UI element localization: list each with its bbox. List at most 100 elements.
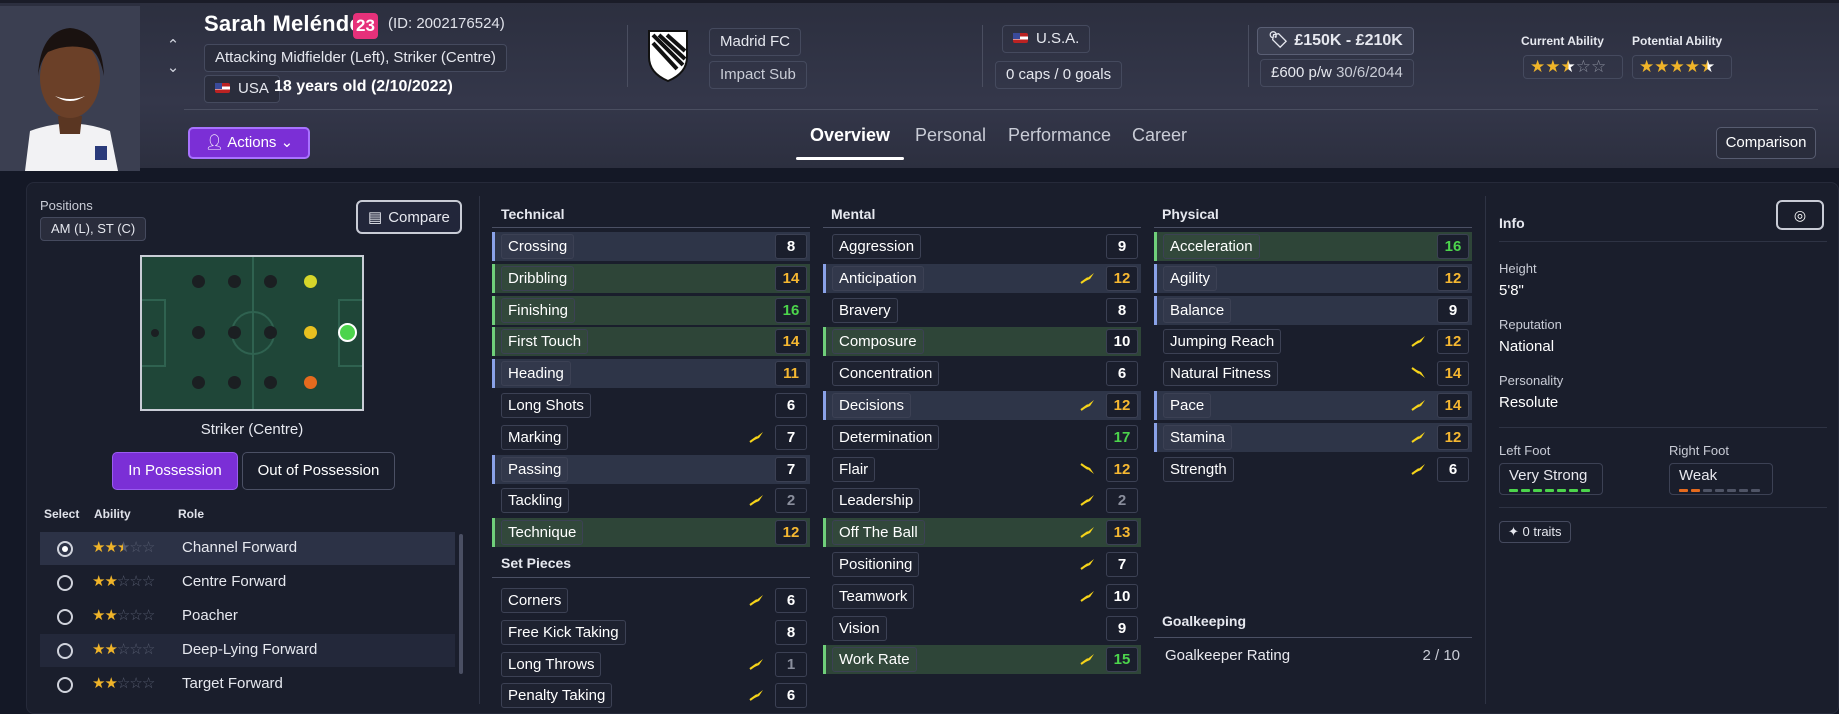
attribute-row[interactable]: Off The Ball 13 — [823, 518, 1141, 548]
attribute-row[interactable]: Work Rate 15 — [823, 645, 1141, 675]
attribute-row[interactable]: Jumping Reach 12 — [1154, 327, 1472, 356]
attribute-row[interactable]: Passing 7 — [492, 454, 810, 484]
role-row[interactable]: ★★☆☆☆ Poacher — [40, 600, 455, 633]
chevron-down-icon[interactable]: ⌄ — [164, 57, 182, 79]
attribute-row[interactable]: Heading 11 — [492, 359, 810, 389]
attribute-row[interactable]: Corners 6 — [492, 586, 810, 615]
role-name: Poacher — [182, 607, 238, 624]
attribute-row[interactable]: Free Kick Taking 8 — [492, 618, 810, 647]
traits-chip[interactable]: ✦ 0 traits — [1499, 521, 1571, 543]
player-nav-arrows[interactable]: ⌃ ⌄ — [164, 35, 182, 80]
role-radio[interactable] — [57, 609, 73, 625]
attribute-row[interactable]: Balance 9 — [1154, 295, 1472, 325]
tab-overview[interactable]: Overview — [810, 125, 890, 146]
pitch-position-dot-amc[interactable] — [304, 326, 317, 339]
attribute-row[interactable]: Stamina 12 — [1154, 422, 1472, 452]
role-radio[interactable] — [57, 643, 73, 659]
attribute-row[interactable]: Flair 12 — [823, 455, 1141, 484]
attribute-row[interactable]: Technique 12 — [492, 518, 810, 548]
role-row[interactable]: ★★★☆☆ Channel Forward — [40, 532, 455, 565]
pitch-position-dot[interactable] — [264, 326, 277, 339]
squad-number-badge: 23 — [353, 13, 378, 39]
pitch-position-dot[interactable] — [192, 275, 205, 288]
tab-performance[interactable]: Performance — [1008, 125, 1111, 146]
attribute-row[interactable]: Finishing 16 — [492, 295, 810, 325]
pitch-position-dot[interactable] — [228, 326, 241, 339]
attribute-row[interactable]: Decisions 12 — [823, 391, 1141, 420]
potential-ability-label: Potential Ability — [1632, 34, 1723, 48]
attribute-row[interactable]: First Touch 14 — [492, 327, 810, 357]
attribute-row[interactable]: Bravery 8 — [823, 296, 1141, 325]
pitch-position-dot-st-selected[interactable] — [338, 323, 357, 342]
pitch-position-dot[interactable] — [228, 376, 241, 389]
attribute-row[interactable]: Anticipation 12 — [823, 263, 1141, 293]
attribute-name: Agility — [1163, 265, 1218, 291]
attribute-row[interactable]: Pace 14 — [1154, 391, 1472, 420]
club-crest-icon[interactable] — [647, 29, 689, 83]
pitch-position-dot[interactable] — [264, 275, 277, 288]
compare-button[interactable]: ▤ Compare — [356, 200, 462, 234]
role-radio[interactable] — [57, 541, 73, 557]
role-row[interactable]: ★★☆☆☆ Target Forward — [40, 668, 455, 701]
position-pitch[interactable] — [140, 255, 364, 411]
attribute-row[interactable]: Acceleration 16 — [1154, 232, 1472, 261]
attribute-row[interactable]: Strength 6 — [1154, 455, 1472, 484]
tab-personal[interactable]: Personal — [915, 125, 986, 146]
player-name: Sarah Meléndez — [204, 11, 374, 36]
attribute-row[interactable]: Determination 17 — [823, 423, 1141, 452]
pitch-position-dot[interactable] — [192, 326, 205, 339]
tab-career[interactable]: Career — [1132, 125, 1187, 146]
international-country-chip[interactable]: U.S.A. — [1002, 25, 1091, 53]
attribute-row[interactable]: Leadership 2 — [823, 486, 1141, 515]
comparison-button[interactable]: Comparison — [1716, 127, 1816, 159]
out-of-possession-button[interactable]: Out of Possession — [242, 452, 395, 490]
pitch-position-dot[interactable] — [228, 275, 241, 288]
nationality-label: USA — [238, 80, 269, 97]
pitch-position-dot-amr[interactable] — [304, 376, 317, 389]
attribute-row[interactable]: Long Throws 1 — [492, 650, 810, 679]
role-radio[interactable] — [57, 575, 73, 591]
chevron-down-icon: ⌄ — [280, 134, 294, 151]
attribute-name: Long Throws — [501, 651, 602, 677]
attribute-name: Finishing — [501, 297, 576, 323]
attribute-row[interactable]: Crossing 8 — [492, 232, 810, 261]
attribute-name: Dribbling — [501, 265, 575, 291]
profile-icon-button[interactable]: ◎ — [1776, 200, 1824, 230]
transfer-value-chip[interactable]: 🏷 £150K - £210K — [1257, 27, 1414, 55]
current-ability-label: Current Ability — [1521, 34, 1604, 48]
attribute-row[interactable]: Natural Fitness 14 — [1154, 359, 1472, 388]
attribute-row[interactable]: Dribbling 14 — [492, 263, 810, 293]
pitch-position-dot-aml[interactable] — [304, 275, 317, 288]
attribute-name: Bravery — [832, 297, 898, 323]
role-row[interactable]: ★★☆☆☆ Centre Forward — [40, 566, 455, 599]
role-row[interactable]: ★★☆☆☆ Deep-Lying Forward — [40, 634, 455, 667]
caps-chip: 0 caps / 0 goals — [995, 61, 1123, 89]
attribute-row[interactable]: Aggression 9 — [823, 232, 1141, 261]
attribute-name: Concentration — [832, 361, 940, 387]
attribute-row[interactable]: Vision 9 — [823, 614, 1141, 643]
actions-button[interactable]: 👤︎ Actions ⌄ — [188, 127, 310, 159]
attribute-row[interactable]: Concentration 6 — [823, 359, 1141, 388]
role-radio[interactable] — [57, 677, 73, 693]
attribute-row[interactable]: Penalty Taking 6 — [492, 681, 810, 710]
attribute-row[interactable]: Marking 7 — [492, 423, 810, 452]
attribute-row[interactable]: Long Shots 6 — [492, 391, 810, 420]
roles-scrollbar[interactable] — [459, 534, 463, 674]
pitch-position-dot[interactable] — [264, 376, 277, 389]
attribute-row[interactable]: Teamwork 10 — [823, 582, 1141, 611]
attribute-value: 12 — [775, 520, 807, 546]
nationality-chip[interactable]: USA — [204, 75, 280, 103]
goalkeeper-rating-label: Goalkeeper Rating — [1165, 647, 1291, 664]
attribute-row[interactable]: Tackling 2 — [492, 486, 810, 515]
pitch-position-dot[interactable] — [192, 376, 205, 389]
attribute-row[interactable]: Composure 10 — [823, 327, 1141, 357]
attribute-value: 10 — [1106, 583, 1138, 609]
chevron-up-icon[interactable]: ⌃ — [164, 35, 182, 57]
attribute-row[interactable]: Agility 12 — [1154, 263, 1472, 293]
attribute-value: 2 — [1106, 488, 1138, 514]
trend-up-icon — [1411, 336, 1425, 348]
in-possession-button[interactable]: In Possession — [112, 452, 238, 490]
club-name-chip[interactable]: Madrid FC — [709, 28, 802, 56]
goalkeeper-rating-row: Goalkeeper Rating 2 / 10 — [1154, 640, 1472, 672]
attribute-row[interactable]: Positioning 7 — [823, 550, 1141, 579]
